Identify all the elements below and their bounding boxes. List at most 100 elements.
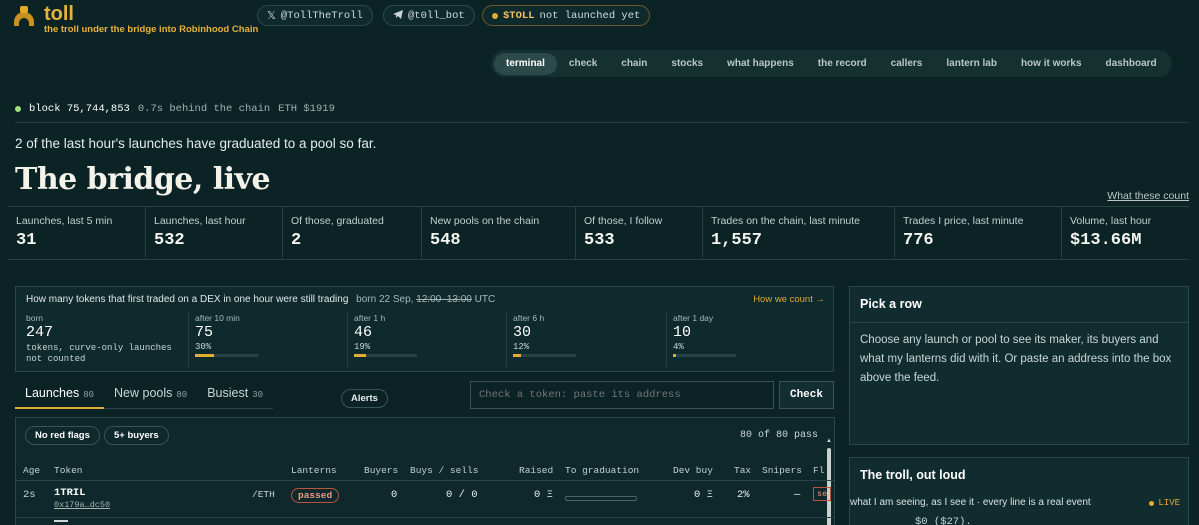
checkpoint-pct: 30% <box>195 342 212 352</box>
tab-label: New pools <box>114 386 173 400</box>
cohort-checkpoint: after 10 min 75 30% <box>195 313 258 357</box>
telegram-handle: @t0ll_bot <box>408 9 465 22</box>
cohort-born-value: 247 <box>26 324 54 341</box>
checkpoint-label: after 1 day <box>673 313 714 323</box>
nav-tab-lantern-lab[interactable]: lantern lab <box>934 53 1009 75</box>
what-these-count-link[interactable]: What these count <box>1107 190 1189 202</box>
troll-subtitle: what I am seeing, as I see it · every li… <box>850 497 1091 508</box>
tab-count: 30 <box>252 390 264 400</box>
nav-tab-what-happens[interactable]: what happens <box>715 53 806 75</box>
checkpoint-bar <box>354 354 417 357</box>
cohort-born-desc-line1: tokens, curve-only launches <box>26 343 172 353</box>
row-buys-sells: 0 / 0 <box>446 489 478 501</box>
col-token[interactable]: Token <box>54 465 83 476</box>
page-title: The bridge, live <box>15 162 271 197</box>
row-snipers: — <box>794 489 801 501</box>
nav-tab-dashboard[interactable]: dashboard <box>1094 53 1169 75</box>
stat-trades-priced: Trades I price, last minute 776 <box>895 207 1062 259</box>
how-we-count-link[interactable]: How we count → <box>753 294 825 305</box>
col-tax[interactable]: Tax <box>734 465 751 476</box>
row-lanterns-badge: passed <box>291 488 340 503</box>
tab-busiest[interactable]: Busiest 30 <box>197 380 274 409</box>
table-header: Age Token Lanterns Buyers Buys / sells R… <box>16 463 834 481</box>
col-flags[interactable]: Fl <box>813 465 824 476</box>
main-nav: terminal check chain stocks what happens… <box>491 50 1172 77</box>
next-row-peek <box>54 520 68 525</box>
col-buyers[interactable]: Buyers <box>364 465 398 476</box>
checkpoint-value: 46 <box>354 324 373 341</box>
pass-count: 80 of 80 pass <box>739 430 818 441</box>
stat-label: Trades I price, last minute <box>903 215 1024 227</box>
live-dot-icon <box>1149 500 1155 506</box>
token-status[interactable]: $TOLL not launched yet <box>482 5 651 26</box>
live-indicator: LIVE <box>1149 498 1180 508</box>
stat-label: Of those, graduated <box>291 215 384 227</box>
row-token-address[interactable]: 0x179a…dc50 <box>54 500 110 510</box>
token-status-text: not launched yet <box>539 9 641 22</box>
stat-label: Trades on the chain, last minute <box>711 215 861 227</box>
stat-label: Launches, last 5 min <box>16 215 113 227</box>
col-age[interactable]: Age <box>23 465 40 476</box>
stat-value: $13.66M <box>1070 231 1142 250</box>
checkpoint-bar <box>195 354 258 357</box>
stat-trades-chain: Trades on the chain, last minute 1,557 <box>703 207 895 259</box>
x-handle: @TollTheTroll <box>280 9 363 22</box>
token-symbol: $TOLL <box>503 9 535 22</box>
check-button[interactable]: Check <box>779 381 834 409</box>
scroll-up-icon[interactable]: ▲ <box>826 438 832 444</box>
pick-a-row-title: Pick a row <box>850 287 1188 323</box>
stat-value: 776 <box>903 231 934 250</box>
feed-tabs: Launches 80 New pools 80 Busiest 30 <box>15 380 274 409</box>
stat-value: 31 <box>16 231 37 250</box>
col-snipers[interactable]: Snipers <box>762 465 802 476</box>
checkpoint-bar-fill <box>195 354 214 357</box>
col-to-graduation[interactable]: To graduation <box>565 465 639 476</box>
checkpoint-pct: 19% <box>354 342 371 352</box>
col-buys-sells[interactable]: Buys / sells <box>410 465 478 476</box>
stat-volume: Volume, last hour $13.66M <box>1062 207 1189 259</box>
telegram-icon <box>393 9 403 22</box>
col-raised[interactable]: Raised <box>519 465 553 476</box>
nav-tab-stocks[interactable]: stocks <box>659 53 715 75</box>
brand[interactable]: toll the troll under the bridge into Rob… <box>12 3 258 35</box>
stat-launches-hour: Launches, last hour 532 <box>146 207 283 259</box>
table-row[interactable]: 2s 1TRIL 0x179a…dc50 /ETH passed 0 0 / 0… <box>16 482 834 518</box>
alerts-button[interactable]: Alerts <box>341 389 388 408</box>
troll-title: The troll, out loud <box>860 468 966 482</box>
checkpoint-label: after 10 min <box>195 313 240 323</box>
brand-tagline: the troll under the bridge into Robinhoo… <box>44 24 259 35</box>
filter-no-red-flags[interactable]: No red flags <box>25 426 100 445</box>
brand-name: toll <box>44 3 74 25</box>
col-dev-buy[interactable]: Dev buy <box>673 465 713 476</box>
divider <box>347 311 348 367</box>
stat-new-pools: New pools on the chain 548 <box>422 207 576 259</box>
nav-tab-chain[interactable]: chain <box>609 53 659 75</box>
x-link[interactable]: 𝕏 @TollTheTroll <box>257 5 373 26</box>
block-number: 75,744,853 <box>66 103 130 115</box>
chain-live-dot-icon <box>15 106 21 112</box>
tab-new-pools[interactable]: New pools 80 <box>104 380 198 409</box>
cohort-born-desc-line2: not counted <box>26 354 86 364</box>
x-icon: 𝕏 <box>267 10 276 22</box>
status-dot-icon <box>492 12 498 19</box>
nav-tab-how-it-works[interactable]: how it works <box>1009 53 1094 75</box>
tab-label: Launches <box>25 386 80 400</box>
cohort-checkpoint: after 6 h 30 12% <box>513 313 576 357</box>
tab-launches[interactable]: Launches 80 <box>15 380 105 409</box>
nav-tab-check[interactable]: check <box>557 53 609 75</box>
checkpoint-value: 75 <box>195 324 214 341</box>
telegram-link[interactable]: @t0ll_bot <box>383 5 475 26</box>
tab-count: 80 <box>83 390 95 400</box>
filter-5-buyers[interactable]: 5+ buyers <box>104 426 169 445</box>
nav-tab-terminal[interactable]: terminal <box>494 52 557 75</box>
cohort-checkpoint: after 1 day 10 4% <box>673 313 736 357</box>
nav-tab-the-record[interactable]: the record <box>806 53 879 75</box>
col-lanterns[interactable]: Lanterns <box>291 465 337 476</box>
divider <box>15 122 1189 123</box>
chain-lag: 0.7s behind the chain <box>137 103 271 115</box>
checkpoint-value: 30 <box>513 324 532 341</box>
row-token-symbol: 1TRIL <box>54 487 86 499</box>
stat-label: Of those, I follow <box>584 215 663 227</box>
token-address-input[interactable] <box>470 381 774 409</box>
nav-tab-callers[interactable]: callers <box>879 53 935 75</box>
